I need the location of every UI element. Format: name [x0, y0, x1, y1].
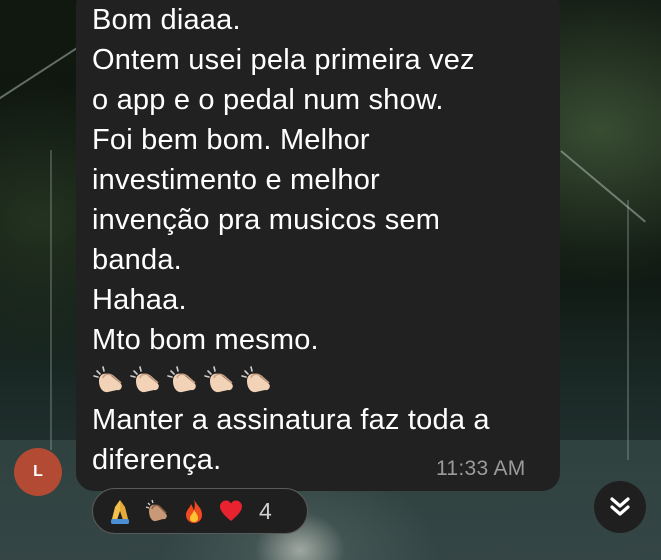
clapping-hands-icon	[240, 365, 275, 395]
message-line: Mto bom mesmo.	[92, 324, 319, 356]
message-line: Manter a assinatura faz toda a	[92, 404, 490, 436]
clapping-hands-icon	[92, 365, 127, 395]
message-line: Bom diaaa.	[92, 4, 241, 36]
message-line: Foi bem bom. Melhor	[92, 124, 370, 156]
message-text: Bom diaaa. Ontem usei pela primeira vez …	[92, 0, 552, 480]
message-line: Ontem usei pela primeira vez	[92, 44, 475, 76]
red-heart-icon	[220, 500, 242, 521]
clapping-hands-icon	[129, 365, 164, 395]
message-line: investimento e melhor	[92, 164, 380, 196]
double-chevron-down-icon	[610, 497, 630, 516]
clap-emoji-row	[92, 360, 552, 400]
reactions-pill[interactable]: 4	[92, 488, 308, 534]
clapping-hands-icon	[203, 365, 238, 395]
scroll-to-bottom-button[interactable]	[594, 481, 646, 533]
reaction-count: 4	[259, 497, 272, 524]
fire-icon	[186, 499, 202, 523]
message-line: Hahaa.	[92, 284, 187, 316]
message-line: banda.	[92, 244, 182, 276]
clapping-hands-icon	[145, 499, 167, 522]
message-line: invenção pra musicos sem	[92, 204, 441, 236]
message-timestamp: 11:33 AM	[436, 457, 526, 480]
message-line: o app e o pedal num show.	[92, 84, 444, 116]
folded-hands-icon	[111, 500, 129, 524]
sender-avatar[interactable]: L	[14, 448, 62, 496]
clapping-hands-icon	[166, 365, 201, 395]
